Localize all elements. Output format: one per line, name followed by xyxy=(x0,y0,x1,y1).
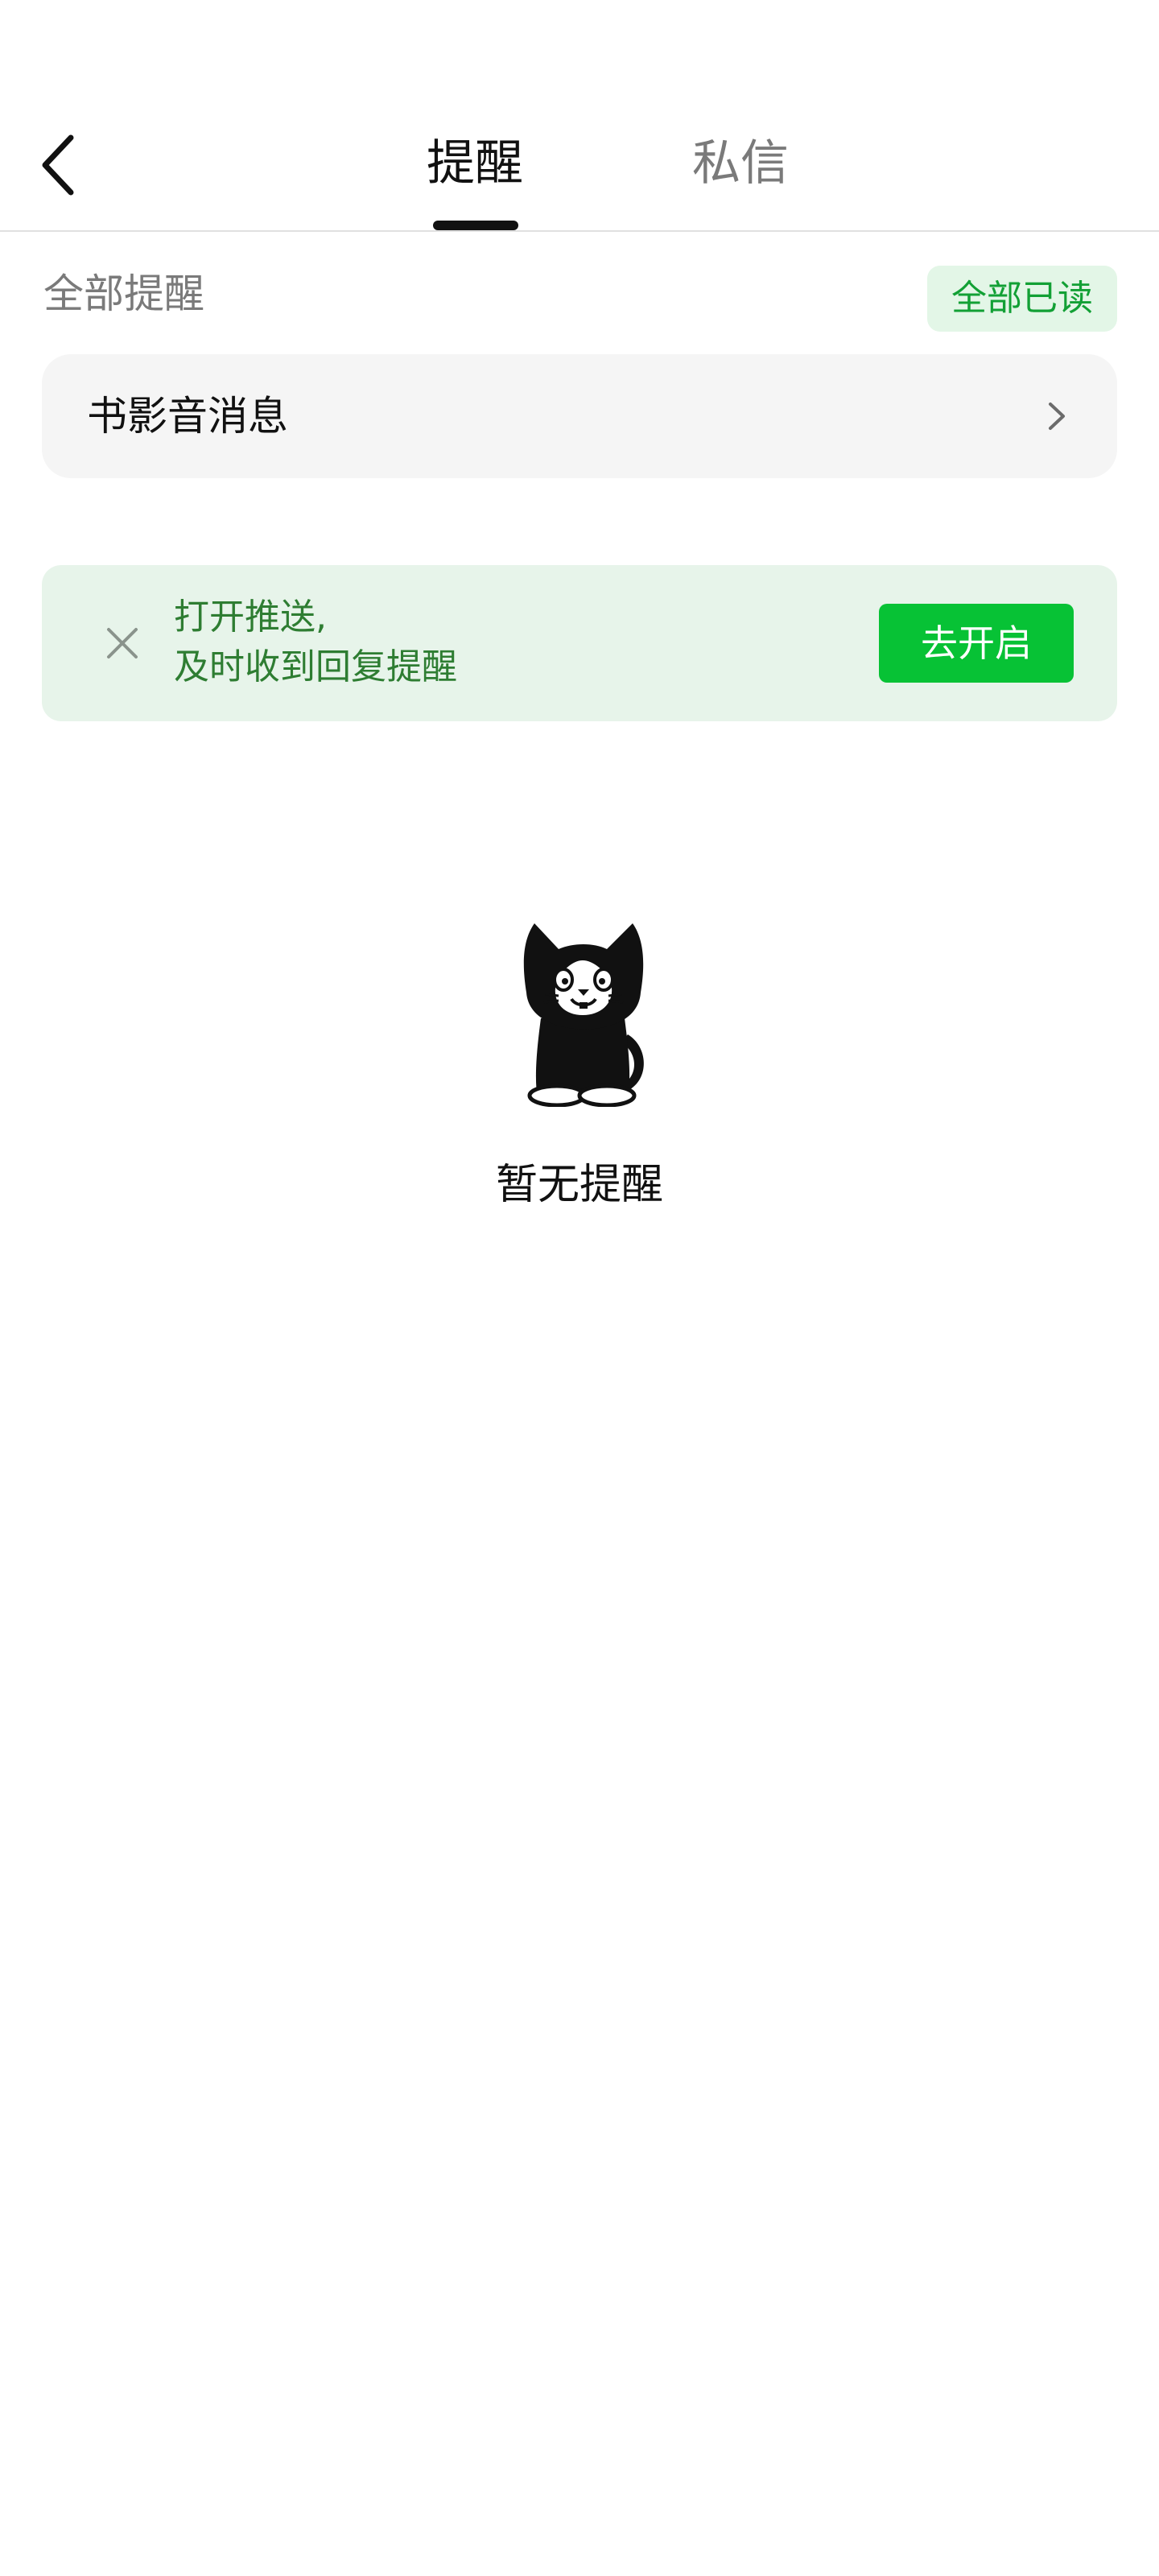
tab-private-messages[interactable]: 私信 xyxy=(684,127,797,200)
enable-push-button[interactable]: 去开启 xyxy=(879,604,1074,683)
banner-close-button[interactable] xyxy=(90,611,155,675)
mark-all-read-button[interactable]: 全部已读 xyxy=(927,266,1117,332)
tab-reminders[interactable]: 提醒 xyxy=(419,127,531,200)
list-item-label: 书影音消息 xyxy=(87,393,288,440)
chevron-left-icon xyxy=(42,134,74,196)
list-item-book-movie-music-messages[interactable]: 书影音消息 xyxy=(42,354,1117,478)
chevron-right-icon xyxy=(1049,402,1065,430)
banner-line-1: 打开推送, xyxy=(174,597,327,638)
active-tab-indicator xyxy=(433,221,518,230)
empty-state-message: 暂无提醒 xyxy=(495,1161,663,1209)
section-title: 全部提醒 xyxy=(43,270,204,317)
push-notification-banner: 打开推送, 及时收到回复提醒 去开启 xyxy=(42,565,1117,721)
back-button[interactable] xyxy=(29,129,87,201)
close-icon xyxy=(107,628,138,658)
banner-line-2: 及时收到回复提醒 xyxy=(174,646,457,687)
cat-illustration xyxy=(523,923,644,1107)
banner-message: 打开推送, 及时收到回复提醒 xyxy=(174,592,457,692)
top-nav-bar: 提醒 私信 xyxy=(0,0,1159,232)
